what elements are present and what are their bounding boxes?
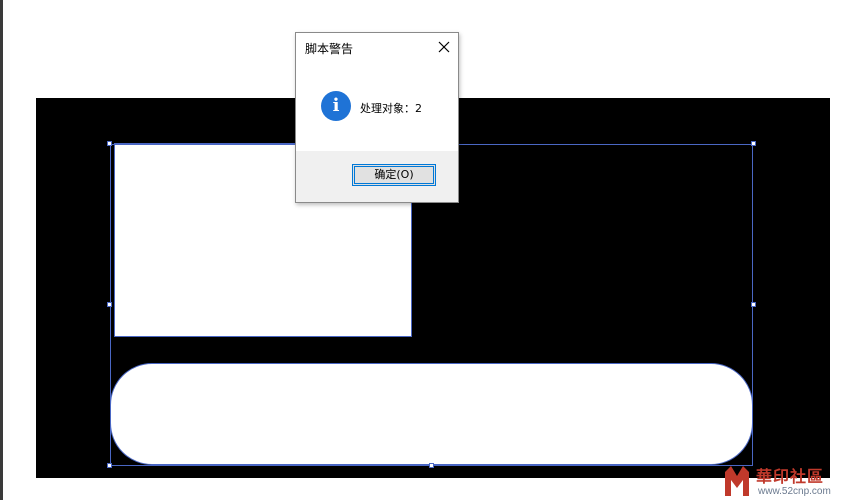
watermark-name: 華印社區 (756, 467, 825, 486)
watermark-logo-icon (725, 466, 749, 496)
ok-button[interactable]: 确定(O) (352, 164, 436, 186)
selection-handle-bottom-left[interactable] (107, 463, 112, 468)
dialog-footer: 确定(O) (296, 151, 458, 202)
selection-handle-top-left[interactable] (107, 141, 112, 146)
close-icon[interactable] (437, 39, 451, 53)
selection-handle-middle-right[interactable] (751, 302, 756, 307)
dialog-title: 脚本警告 (305, 42, 354, 56)
script-alert-dialog: 脚本警告 i 处理对象：2 确定(O) (295, 32, 459, 203)
selection-handle-bottom-center[interactable] (429, 463, 434, 468)
info-icon: i (321, 91, 351, 121)
site-watermark: 華印社區 www.52cnp.com (722, 462, 846, 500)
rounded-rectangle-shape[interactable] (110, 363, 753, 465)
watermark-url: www.52cnp.com (758, 486, 831, 497)
selection-handle-top-right[interactable] (751, 141, 756, 146)
selection-handle-middle-left[interactable] (107, 302, 112, 307)
dialog-message: 处理对象：2 (360, 102, 422, 115)
canvas-left-edge (0, 0, 3, 500)
